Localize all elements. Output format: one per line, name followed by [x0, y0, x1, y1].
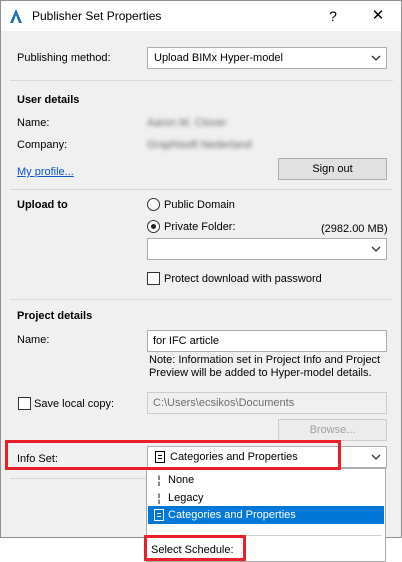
- user-name-value: Aaron M. Clover: [147, 117, 227, 129]
- close-button[interactable]: ✕: [367, 5, 389, 27]
- protect-password-checkbox[interactable]: [147, 272, 160, 285]
- select-schedule-option[interactable]: Select Schedule:: [148, 541, 384, 559]
- chevron-down-icon: [371, 55, 381, 61]
- separator: [10, 80, 393, 81]
- private-folder-select[interactable]: [147, 238, 387, 260]
- protect-password-label: Protect download with password: [164, 273, 322, 285]
- window-title: Publisher Set Properties: [32, 9, 162, 23]
- radio-selected-dot: [151, 224, 156, 229]
- local-path-input[interactable]: C:\Users\ecsikos\Documents: [147, 392, 387, 414]
- company-value: Graphisoft Nederland: [147, 139, 252, 151]
- info-set-label: Info Set:: [17, 453, 58, 465]
- info-set-option-none[interactable]: ¦ None: [148, 471, 384, 489]
- option-label: None: [168, 474, 195, 486]
- project-details-heading: Project details: [17, 310, 93, 322]
- project-name-label: Name:: [17, 334, 50, 346]
- info-set-dropdown: ¦ None ¦ Legacy Categories and Propertie…: [146, 468, 386, 562]
- info-bar-icon: ¦: [156, 491, 162, 505]
- sign-out-button[interactable]: Sign out: [278, 158, 387, 180]
- save-local-copy-checkbox[interactable]: [18, 397, 31, 410]
- company-label: Company:: [17, 139, 68, 151]
- info-set-select[interactable]: Categories and Properties: [147, 446, 387, 468]
- chevron-down-icon: [371, 454, 381, 460]
- project-name-value: for IFC article: [153, 335, 220, 347]
- project-name-input[interactable]: for IFC article: [147, 330, 387, 352]
- option-label: Legacy: [168, 492, 204, 504]
- public-domain-label: Public Domain: [164, 199, 235, 211]
- private-folder-label: Private Folder:: [164, 221, 236, 233]
- archicad-logo-icon: [10, 9, 22, 23]
- user-name-label: Name:: [17, 117, 50, 129]
- local-path-value: C:\Users\ecsikos\Documents: [153, 397, 295, 409]
- title-bar: Publisher Set Properties ? ✕: [1, 1, 401, 31]
- publishing-method-value: Upload BIMx Hyper-model: [154, 52, 283, 64]
- document-icon: [154, 509, 164, 521]
- document-icon: [155, 451, 165, 463]
- help-button[interactable]: ?: [322, 5, 344, 27]
- publishing-method-select[interactable]: Upload BIMx Hyper-model: [147, 47, 387, 69]
- separator: [10, 189, 393, 190]
- public-domain-radio[interactable]: [147, 198, 160, 211]
- dropdown-separator: [151, 535, 381, 536]
- user-details-heading: User details: [17, 94, 80, 106]
- option-label: Categories and Properties: [168, 509, 296, 521]
- separator: [10, 299, 393, 300]
- publishing-method-label: Publishing method:: [17, 52, 111, 64]
- browse-button[interactable]: Browse...: [278, 419, 387, 441]
- publisher-set-properties-dialog: Publisher Set Properties ? ✕ Publishing …: [0, 0, 402, 538]
- info-set-option-categories[interactable]: Categories and Properties: [148, 506, 384, 524]
- my-profile-link[interactable]: My profile...: [17, 166, 74, 178]
- chevron-down-icon: [371, 246, 381, 252]
- select-schedule-label: Select Schedule:: [151, 544, 234, 556]
- upload-to-heading: Upload to: [17, 199, 68, 211]
- hyper-model-note: Note: Information set in Project Info an…: [149, 354, 381, 379]
- info-set-option-legacy[interactable]: ¦ Legacy: [148, 489, 384, 507]
- info-bar-icon: ¦: [156, 473, 162, 487]
- private-folder-space: (2982.00 MB): [321, 223, 388, 235]
- save-local-copy-label: Save local copy:: [34, 398, 115, 410]
- info-set-value: Categories and Properties: [170, 451, 298, 463]
- private-folder-radio[interactable]: [147, 220, 160, 233]
- separator: [10, 478, 146, 479]
